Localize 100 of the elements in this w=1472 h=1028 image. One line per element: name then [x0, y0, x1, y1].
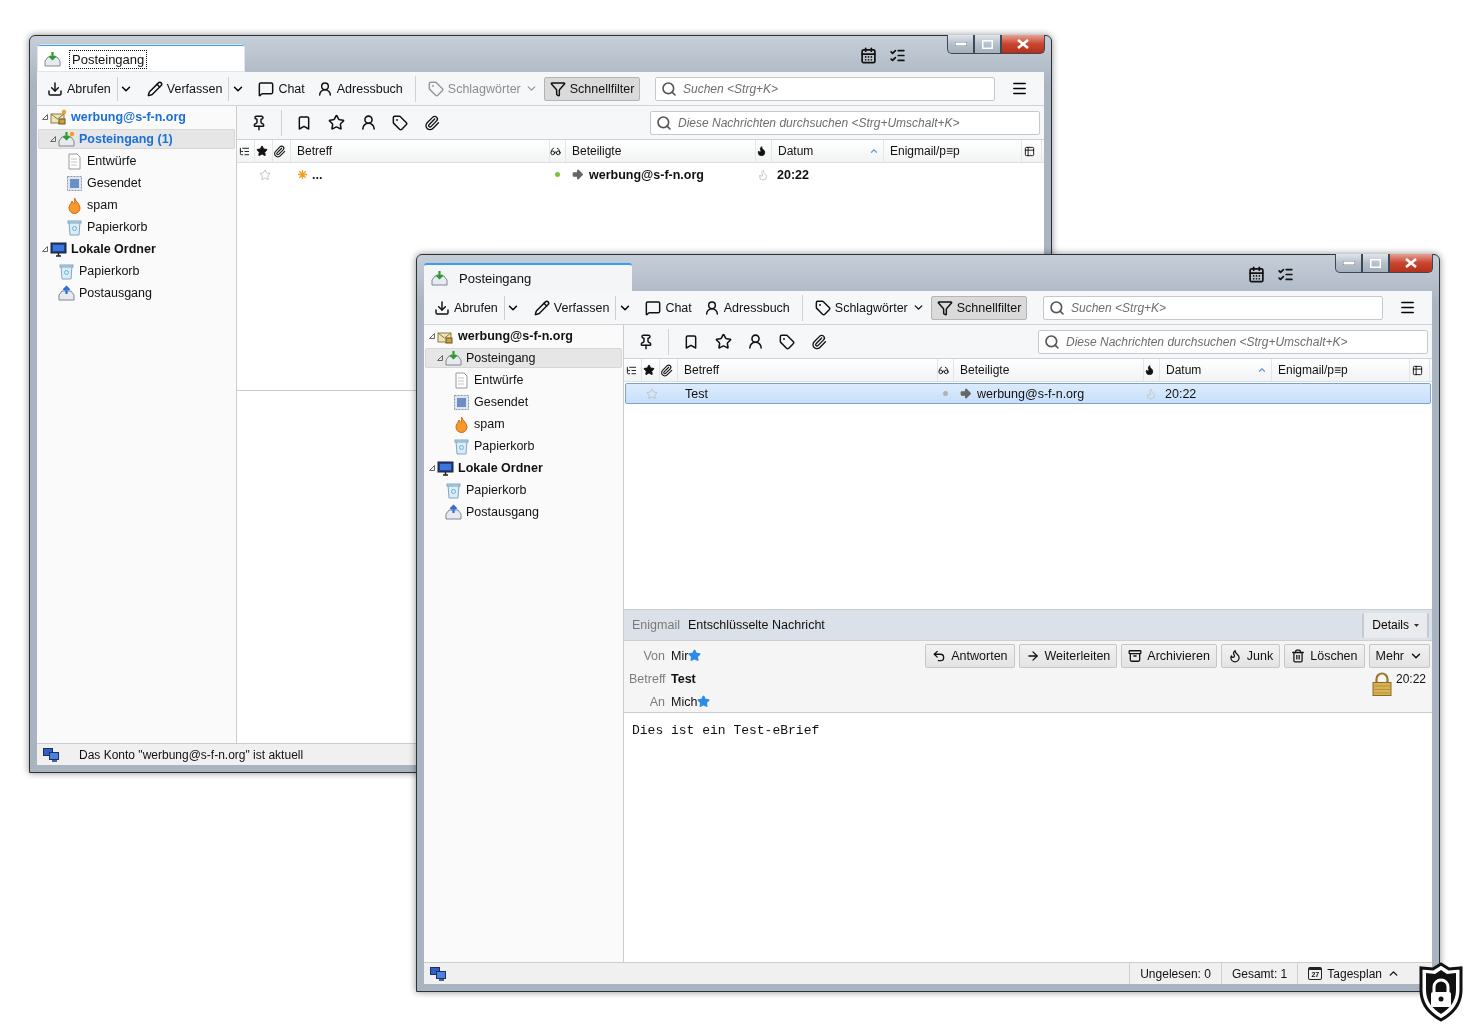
- trash-bin-icon: [453, 437, 470, 455]
- column-header[interactable]: Beteiligte: [566, 140, 756, 162]
- maximize-button[interactable]: [1362, 254, 1389, 273]
- tab[interactable]: Posteingang: [424, 263, 632, 291]
- column-header[interactable]: [660, 359, 678, 381]
- folder-item[interactable]: Posteingang: [425, 348, 622, 368]
- twisty-icon[interactable]: [50, 136, 56, 142]
- action-button[interactable]: Junk: [1220, 644, 1281, 668]
- toolbar-button[interactable]: Schlagwörter: [808, 295, 931, 320]
- field-value[interactable]: Mir: [671, 648, 689, 663]
- search-field[interactable]: Suchen <Strg+K>: [1043, 295, 1383, 320]
- column-header[interactable]: [255, 140, 273, 162]
- column-header[interactable]: [239, 140, 255, 162]
- twisty-icon[interactable]: [429, 465, 435, 471]
- twisty-icon[interactable]: [42, 246, 48, 252]
- person-icon[interactable]: [359, 114, 377, 131]
- toolbar-button[interactable]: Adressbuch: [697, 295, 796, 320]
- pin-icon[interactable]: [638, 333, 654, 350]
- star-icon[interactable]: [697, 695, 711, 708]
- folder-item[interactable]: Papierkorb: [425, 480, 622, 500]
- column-header[interactable]: Betreff: [678, 359, 938, 381]
- column-header[interactable]: [1410, 359, 1430, 381]
- details-button[interactable]: Details: [1362, 612, 1429, 638]
- close-button[interactable]: [1001, 35, 1045, 54]
- toolbar-button[interactable]: Abrufen: [428, 295, 504, 320]
- column-header[interactable]: Betreff: [291, 140, 550, 162]
- folder-item[interactable]: Gesendet: [425, 392, 622, 412]
- folder-item[interactable]: Lokale Ordner: [38, 239, 235, 259]
- folder-item[interactable]: Postausgang: [425, 502, 622, 522]
- folder-item[interactable]: Entwürfe: [425, 370, 622, 390]
- column-header[interactable]: Beteiligte: [954, 359, 1144, 381]
- folder-item[interactable]: Papierkorb: [425, 436, 622, 456]
- maximize-button[interactable]: [974, 35, 1001, 54]
- tag-icon: [427, 80, 444, 97]
- action-button[interactable]: Antworten: [925, 644, 1015, 668]
- twisty-icon[interactable]: [437, 355, 443, 361]
- toolbar-button[interactable]: Verfassen: [527, 295, 616, 320]
- column-header[interactable]: [642, 359, 660, 381]
- folder-item[interactable]: Gesendet: [38, 173, 235, 193]
- folder-item[interactable]: Lokale Ordner: [425, 458, 622, 478]
- star-icon[interactable]: [327, 114, 345, 131]
- tab[interactable]: Posteingang: [37, 44, 245, 72]
- tag-icon[interactable]: [392, 114, 408, 131]
- field-value: Test: [671, 671, 696, 686]
- filter-search-field[interactable]: Diese Nachrichten durchsuchen <Strg+Umschalt+K>: [1038, 329, 1428, 354]
- folder-item[interactable]: spam: [425, 414, 622, 434]
- action-button[interactable]: Löschen: [1284, 644, 1365, 668]
- column-header[interactable]: Datum: [1160, 359, 1272, 381]
- bookmark-icon[interactable]: [683, 333, 699, 350]
- action-button[interactable]: Mehr: [1368, 644, 1430, 668]
- tag-icon[interactable]: [779, 333, 795, 350]
- paperclip-icon[interactable]: [811, 333, 827, 350]
- twisty-icon[interactable]: [429, 333, 435, 339]
- twisty-icon[interactable]: [42, 114, 48, 120]
- trash-icon: [1291, 649, 1306, 663]
- column-header[interactable]: [1144, 359, 1160, 381]
- bookmark-icon[interactable]: [296, 114, 312, 131]
- folder-item[interactable]: spam: [38, 195, 235, 215]
- minimize-button[interactable]: [1335, 254, 1362, 273]
- column-header[interactable]: Datum: [772, 140, 884, 162]
- folder-item[interactable]: Entwürfe: [38, 151, 235, 171]
- field-value[interactable]: Mich: [671, 694, 698, 709]
- column-header[interactable]: Enigmail/p≡p: [1272, 359, 1410, 381]
- toolbar-button[interactable]: Chat: [252, 76, 311, 101]
- action-button[interactable]: Weiterleiten: [1018, 644, 1118, 668]
- task-list-icon[interactable]: [889, 47, 906, 64]
- toolbar-button[interactable]: Adressbuch: [310, 76, 409, 101]
- star-icon[interactable]: [714, 333, 732, 350]
- column-header[interactable]: [1022, 140, 1042, 162]
- toolbar-button[interactable]: Verfassen: [140, 76, 229, 101]
- folder-item[interactable]: Postausgang: [38, 283, 235, 303]
- message-row[interactable]: ... werbung@s-f-n.org 20:22: [238, 164, 1043, 185]
- toolbar-button[interactable]: Abrufen: [41, 76, 117, 101]
- star-icon[interactable]: [688, 649, 702, 662]
- filter-search-field[interactable]: Diese Nachrichten durchsuchen <Strg+Umschalt+K>: [650, 110, 1040, 135]
- folder-item[interactable]: Posteingang (1): [38, 129, 235, 149]
- toolbar-button[interactable]: Schnellfilter: [543, 76, 641, 101]
- folder-item[interactable]: Papierkorb: [38, 217, 235, 237]
- toolbar-button[interactable]: Schnellfilter: [930, 295, 1028, 320]
- paperclip-icon[interactable]: [424, 114, 440, 131]
- toolbar-button[interactable]: Chat: [639, 295, 698, 320]
- column-header[interactable]: [938, 359, 954, 381]
- action-button[interactable]: Archivieren: [1121, 644, 1217, 668]
- task-list-icon[interactable]: [1277, 266, 1294, 283]
- calendar-icon[interactable]: [1248, 266, 1265, 283]
- folder-item[interactable]: werbung@s-f-n.org: [38, 107, 235, 127]
- pin-icon[interactable]: [251, 114, 267, 131]
- person-icon[interactable]: [746, 333, 764, 350]
- folder-item[interactable]: werbung@s-f-n.org: [425, 326, 622, 346]
- column-header[interactable]: [550, 140, 566, 162]
- search-field[interactable]: Suchen <Strg+K>: [655, 76, 995, 101]
- column-header[interactable]: [626, 359, 642, 381]
- column-header[interactable]: [273, 140, 291, 162]
- column-header[interactable]: [756, 140, 772, 162]
- calendar-icon[interactable]: [860, 47, 877, 64]
- folder-item[interactable]: Papierkorb: [38, 261, 235, 281]
- message-row[interactable]: Test werbung@s-f-n.org 20:22: [625, 383, 1431, 404]
- close-button[interactable]: [1389, 254, 1433, 273]
- minimize-button[interactable]: [947, 35, 974, 54]
- column-header[interactable]: Enigmail/p≡p: [884, 140, 1022, 162]
